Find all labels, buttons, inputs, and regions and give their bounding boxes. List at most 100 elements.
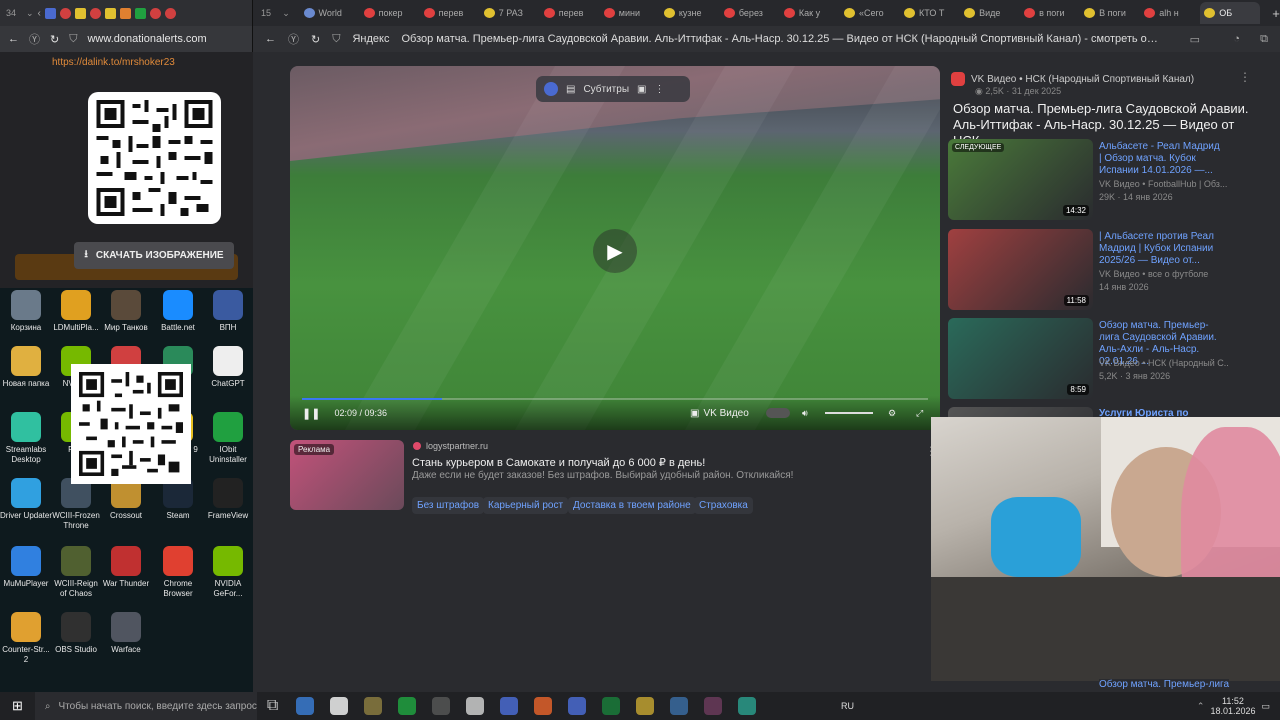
notification-icon[interactable]: ▭ (1261, 701, 1270, 712)
new-tab-button[interactable]: + (1272, 6, 1280, 21)
desktop-icon[interactable]: ВПН (202, 290, 254, 333)
browser-tab[interactable]: перев (420, 8, 480, 18)
address-url[interactable]: www.donationalerts.com (87, 33, 206, 45)
related-channel[interactable]: VK Видео • все о футболе (1099, 269, 1229, 279)
tab-count[interactable]: 34 (6, 8, 22, 18)
yandex-icon[interactable] (544, 82, 558, 96)
subtitles-label[interactable]: Субтитры (583, 84, 629, 95)
related-title[interactable]: | Альбасете против Реал Мадрид | Кубок И… (1099, 231, 1224, 267)
browser-tab[interactable]: Как у (780, 8, 840, 18)
desktop-icon[interactable]: Chrome Browser (152, 546, 204, 599)
desktop-icon[interactable]: Warface (100, 612, 152, 655)
windows-start-icon[interactable]: ⊞ (12, 698, 23, 714)
chevron-down-icon[interactable]: ⌄ (282, 8, 299, 19)
desktop-icon[interactable]: Steam (152, 478, 204, 521)
back-icon[interactable]: ← (8, 33, 19, 45)
ad-domain[interactable]: logystpartner.ru (413, 441, 488, 451)
browser-tab[interactable]: КТО Т (900, 8, 960, 18)
task-view-icon[interactable]: ⧉ (267, 697, 278, 715)
fullscreen-icon[interactable]: ⤢ (916, 408, 923, 419)
autoplay-toggle[interactable] (766, 408, 790, 418)
taskbar-app-icon[interactable] (636, 697, 655, 715)
desktop-icon[interactable]: LDMultiPla... (50, 290, 102, 333)
related-title[interactable]: Альбасете - Реал Мадрид | Обзор матча. К… (1099, 141, 1224, 177)
tab-icon[interactable] (59, 7, 71, 19)
taskbar-app-icon[interactable] (534, 697, 553, 715)
desktop-icon[interactable]: IObit Uninstaller (202, 412, 254, 465)
related-thumbnail[interactable]: 11:58 (948, 229, 1093, 310)
back-tab-icon[interactable]: ‹ (38, 8, 41, 19)
taskbar-app-icon[interactable] (738, 697, 757, 715)
browser-tab[interactable]: кузне (660, 8, 720, 18)
browser-tab[interactable]: alh н (1140, 8, 1200, 18)
ad-thumbnail[interactable]: Реклама (290, 440, 404, 510)
tab-count[interactable]: 15 (261, 8, 282, 18)
menu-icon[interactable]: ⧉ (1260, 33, 1268, 46)
taskbar-app-icon[interactable] (500, 697, 519, 715)
desktop-icon[interactable]: Мир Танков (100, 290, 152, 333)
ad-chip[interactable]: Доставка в твоем районе (568, 497, 696, 514)
desktop-icon[interactable]: Новая папка (0, 346, 52, 389)
play-button[interactable]: ▶ (593, 229, 637, 273)
main-address-bar[interactable]: ← Ⓨ ↻ ⛉ Яндекс Обзор матча. Премьер-лига… (253, 26, 1280, 52)
taskbar-search[interactable]: ⌕ Чтобы начать поиск, введите здесь запр… (34, 692, 257, 720)
taskbar-app-icon[interactable] (296, 697, 315, 715)
related-thumbnail[interactable]: СЛЕДУЮЩЕЕ 14:32 (948, 139, 1093, 220)
desktop-icon[interactable]: Crossout (100, 478, 152, 521)
desktop-icon[interactable]: Корзина (0, 290, 52, 333)
browser-tab[interactable]: перев (540, 8, 600, 18)
taskbar-app-icon[interactable] (704, 697, 723, 715)
address-site[interactable]: Яндекс (352, 33, 389, 45)
browser-tab[interactable]: мини (600, 8, 660, 18)
clock[interactable]: 11:52 18.01.2026 (1210, 696, 1255, 716)
desktop-icon[interactable]: MuMuPlayer (0, 546, 52, 589)
desktop-icon[interactable]: WCIII-Frozen Throne (50, 478, 102, 531)
browser-tab[interactable]: берез (720, 8, 780, 18)
taskbar-app-icon[interactable] (432, 697, 451, 715)
tab-icon[interactable] (134, 7, 146, 19)
browser-tab[interactable]: ОБ (1200, 2, 1261, 24)
volume-icon[interactable]: 🔊︎ (802, 408, 808, 419)
video-player[interactable]: ▤ Субтитры ▣ ⋮ ▶ ❚❚ 02:09 / 09:36 ▣ VK Ви… (290, 66, 940, 430)
pause-icon[interactable]: ❚❚ (302, 407, 320, 420)
desktop-icon[interactable]: Streamlabs Desktop (0, 412, 52, 465)
browser-tab[interactable]: в поги (1020, 8, 1080, 18)
browser-tab[interactable]: «Сего (840, 8, 900, 18)
desktop-icon[interactable]: WCIII-Reign of Chaos (50, 546, 102, 599)
desktop-icon[interactable]: War Thunder (100, 546, 152, 589)
tab-icon[interactable] (164, 7, 176, 19)
desktop-icon[interactable]: NVIDIA GeFor... (202, 546, 254, 599)
more-icon[interactable]: ⋮ (654, 84, 664, 95)
back-icon[interactable]: ← (265, 33, 276, 45)
related-thumbnail[interactable]: 8:59 (948, 318, 1093, 399)
browser-tab[interactable]: В поги (1080, 8, 1140, 18)
ad-chip[interactable]: Без штрафов (412, 497, 485, 514)
taskbar-app-icon[interactable] (364, 697, 383, 715)
browser-tab[interactable]: World (300, 8, 360, 18)
desktop-icon[interactable]: Battle.net (152, 290, 204, 333)
download-image-button[interactable]: ⭳ СКАЧАТЬ ИЗОБРАЖЕНИЕ (74, 242, 234, 269)
address-title[interactable]: Обзор матча. Премьер-лига Саудовской Ара… (401, 33, 1161, 45)
desktop-icon[interactable]: Driver Updater (0, 478, 52, 521)
desktop-icon[interactable]: Counter-Str... 2 (0, 612, 52, 665)
settings-icon[interactable]: ⚙ (888, 408, 896, 419)
tab-icon[interactable] (104, 7, 116, 19)
taskbar-app-icon[interactable] (568, 697, 587, 715)
chevron-down-icon[interactable]: ⌄ (26, 8, 34, 19)
extension-icon[interactable]: ◔ (1233, 33, 1240, 45)
lang-indicator[interactable]: RU (841, 701, 854, 711)
volume-slider[interactable] (825, 412, 873, 414)
tab-icon[interactable] (44, 7, 56, 19)
tab-icon[interactable] (89, 7, 101, 19)
desktop-icon[interactable]: OBS Studio (50, 612, 102, 655)
ad-chip[interactable]: Карьерный рост (483, 497, 569, 514)
subtitles-toolbar[interactable]: ▤ Субтитры ▣ ⋮ (536, 76, 690, 102)
desktop-icon[interactable]: FrameView (202, 478, 254, 521)
reload-icon[interactable]: ↻ (311, 33, 320, 46)
taskbar-app-icon[interactable] (602, 697, 621, 715)
ad-title[interactable]: Стань курьером в Самокате и получай до 6… (412, 456, 705, 469)
taskbar-app-icon[interactable] (398, 697, 417, 715)
tab-icon[interactable] (74, 7, 86, 19)
desktop-icon[interactable]: ChatGPT (202, 346, 254, 389)
taskbar-app-icon[interactable] (330, 697, 349, 715)
